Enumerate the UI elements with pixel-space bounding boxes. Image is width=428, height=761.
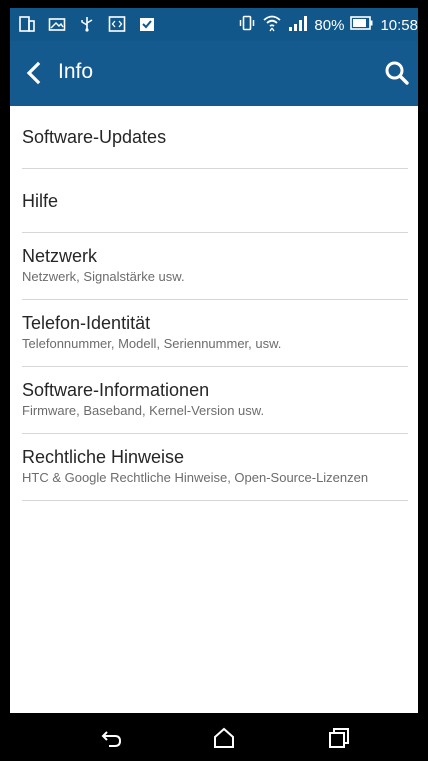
chevron-left-icon (26, 61, 41, 85)
list-item-title: Telefon-Identität (22, 313, 151, 333)
nav-back-button[interactable] (99, 725, 125, 751)
wifi-icon (262, 14, 282, 36)
image-icon (48, 15, 66, 33)
list-item-netzwerk[interactable]: Netzwerk Netzwerk, Signalstärke usw. (10, 233, 418, 300)
list-item-rechtliche-hinweise[interactable]: Rechtliche Hinweise HTC & Google Rechtli… (10, 434, 418, 501)
signal-icon (288, 14, 308, 36)
clipboard-check-icon (138, 15, 156, 33)
list-item-software-updates[interactable]: Software-Updates (10, 106, 418, 169)
list-item-subtitle: HTC & Google Rechtliche Hinweise, Open-S… (22, 470, 369, 485)
recents-icon (329, 728, 349, 748)
list-item-title: Software-Updates (22, 127, 167, 147)
home-icon (214, 727, 234, 748)
clock: 10:58 (380, 16, 418, 34)
list-item-subtitle: Telefonnummer, Modell, Seriennummer, usw… (22, 336, 282, 351)
page-title: Info (58, 60, 94, 83)
navigation-bar (10, 713, 418, 761)
list-item-title: Hilfe (22, 191, 59, 211)
vibrate-icon (238, 14, 256, 36)
list-item-software-informationen[interactable]: Software-Informationen Firmware, Baseban… (10, 367, 418, 434)
back-arrow-icon (101, 731, 122, 747)
list-item-subtitle: Netzwerk, Signalstärke usw. (22, 269, 185, 284)
back-button[interactable] (20, 59, 48, 87)
search-button[interactable] (382, 58, 412, 88)
notification-icons (18, 15, 156, 33)
nav-home-button[interactable] (211, 725, 237, 751)
list-item-hilfe[interactable]: Hilfe (10, 169, 418, 233)
code-icon (108, 15, 126, 33)
battery-percent: 80% (314, 16, 345, 34)
list-item-title: Netzwerk (22, 246, 98, 266)
status-indicators: 80% 10:58 (238, 14, 418, 36)
battery-icon (350, 16, 374, 34)
app-bar: Info (10, 41, 418, 106)
list-item-title: Rechtliche Hinweise (22, 447, 185, 467)
divider (22, 500, 408, 501)
list-item-title: Software-Informationen (22, 380, 210, 400)
search-icon (385, 61, 409, 85)
nav-recents-button[interactable] (326, 725, 352, 751)
list-item-subtitle: Firmware, Baseband, Kernel-Version usw. (22, 403, 265, 418)
screen: 80% 10:58 Info Software-Updates Hilfe Ne… (10, 8, 418, 761)
device-icon (18, 15, 36, 33)
usb-icon (78, 15, 96, 33)
status-bar: 80% 10:58 (10, 8, 418, 41)
settings-list: Software-Updates Hilfe Netzwerk Netzwerk… (10, 106, 418, 501)
list-item-telefon-identitaet[interactable]: Telefon-Identität Telefonnummer, Modell,… (10, 300, 418, 367)
